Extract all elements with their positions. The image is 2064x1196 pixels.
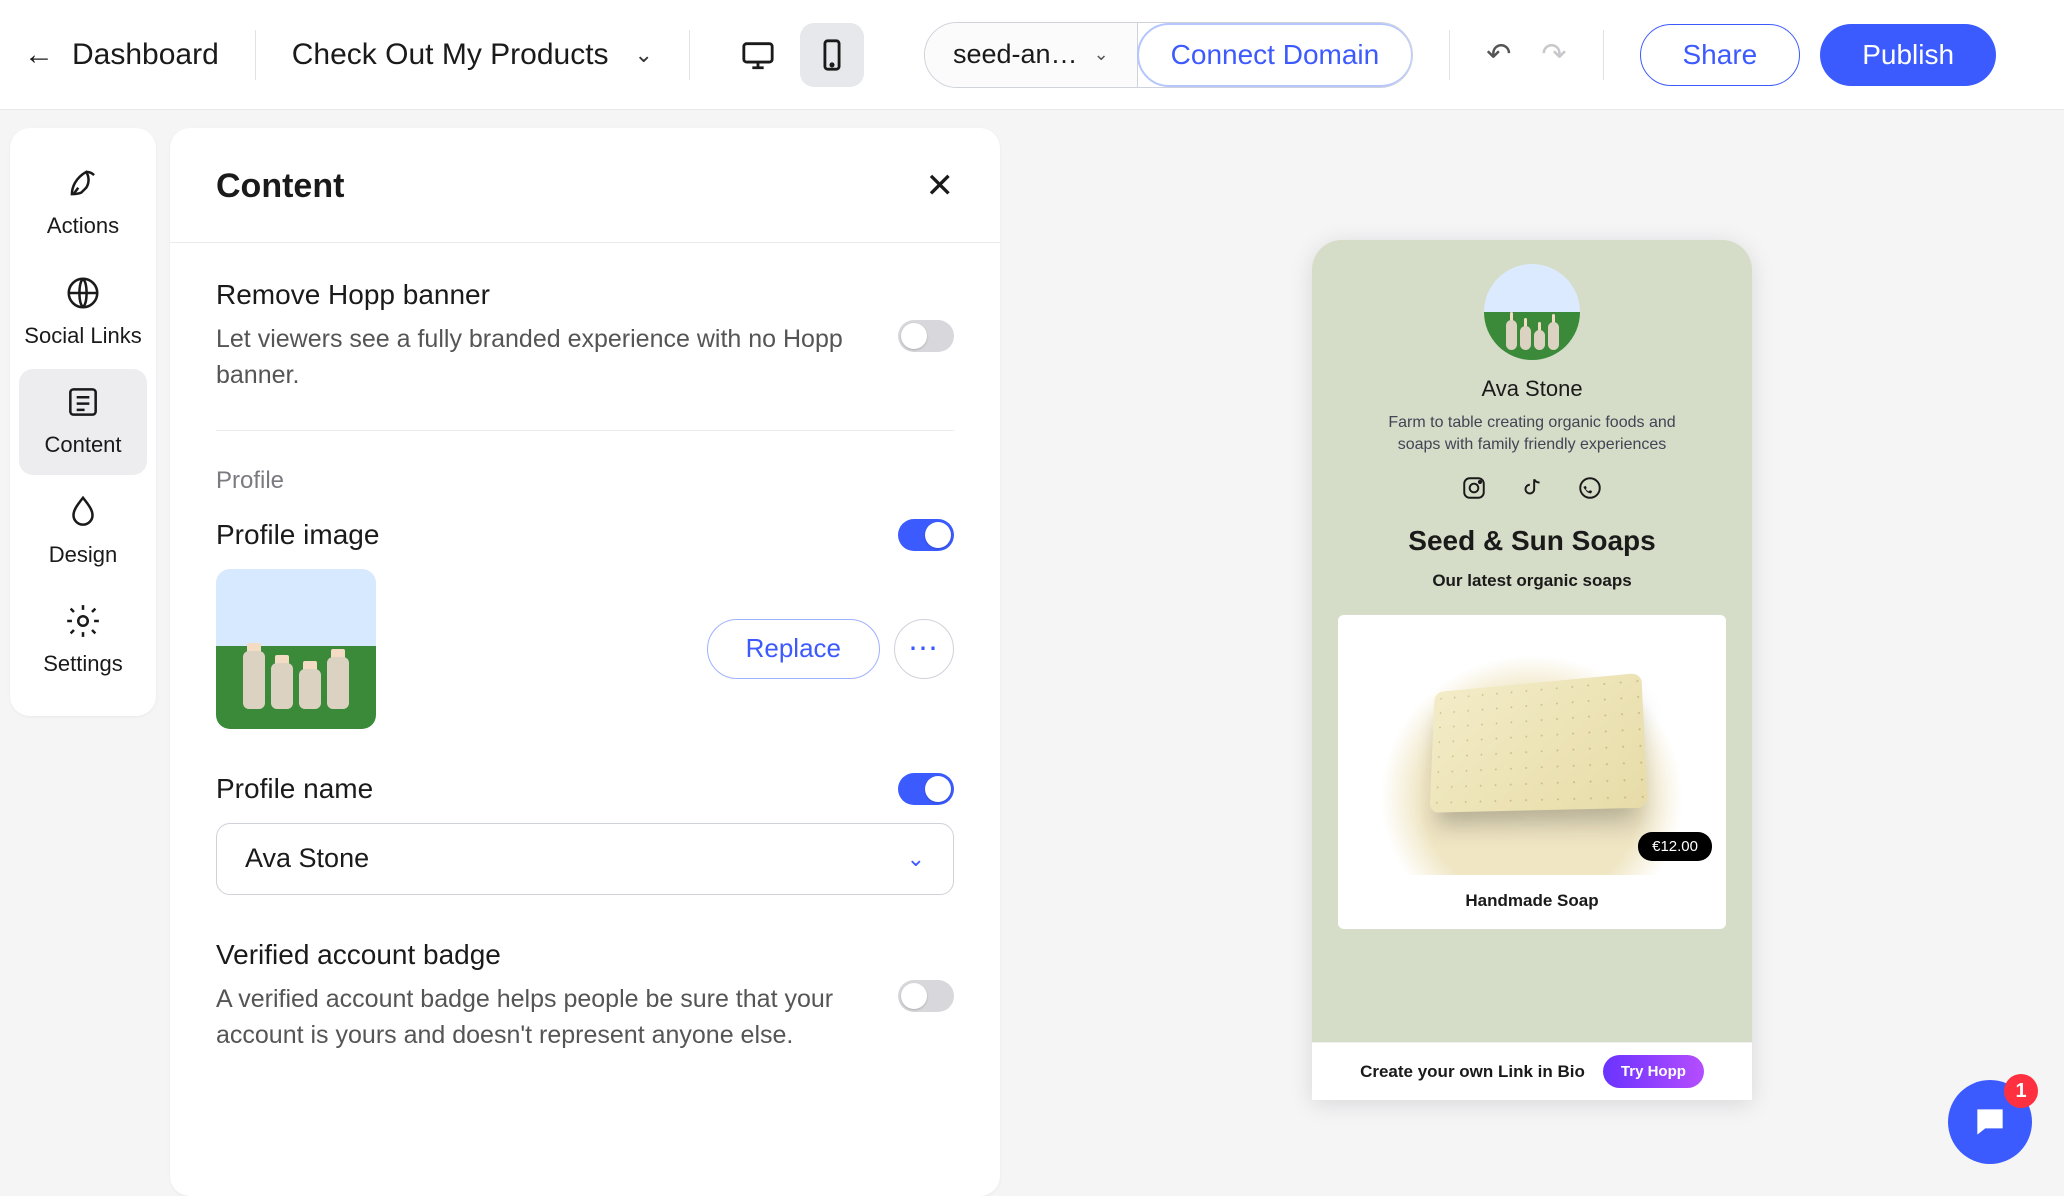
preview-area: Ava Stone Farm to table creating organic… [1000,110,2064,1196]
verified-title: Verified account badge [216,939,872,971]
rail-label: Content [44,431,121,459]
replace-image-button[interactable]: Replace [707,619,880,679]
hopp-text: Create your own Link in Bio [1360,1062,1585,1082]
try-hopp-button[interactable]: Try Hopp [1603,1055,1704,1088]
profile-name-title: Profile name [216,773,373,805]
profile-section-label: Profile [216,467,954,495]
profile-name-value: Ava Stone [245,843,369,874]
remove-banner-toggle[interactable] [898,320,954,352]
main: Actions Social Links Content Design Sett… [0,110,2064,1196]
profile-image-thumbnail[interactable] [216,569,376,729]
intercom-launcher[interactable]: 1 [1948,1080,2032,1164]
domain-text: seed-an… [953,39,1078,70]
site-name: Check Out My Products [292,38,609,72]
verified-toggle[interactable] [898,980,954,1012]
chat-icon [1971,1103,2009,1141]
rail-item-content[interactable]: Content [19,369,147,475]
publish-button[interactable]: Publish [1820,24,1996,86]
section-profile: Profile Profile image Replace ⋯ [216,431,954,1090]
soap-illustration [1430,673,1648,813]
rail-label: Settings [43,650,123,678]
profile-name-toggle[interactable] [898,773,954,805]
droplet-icon [64,493,102,531]
close-panel-button[interactable]: ✕ [926,166,955,206]
preview-subheading: Our latest organic soaps [1432,571,1631,591]
mobile-icon [815,38,849,72]
panel-title: Content [216,167,344,206]
rail-item-social-links[interactable]: Social Links [19,260,147,366]
preview-price-badge: €12.00 [1638,832,1712,861]
hopp-banner: Create your own Link in Bio Try Hopp [1312,1042,1752,1100]
tiktok-icon [1519,475,1545,501]
rocket-icon [64,164,102,202]
intercom-badge: 1 [2004,1074,2038,1108]
preview-tagline: Farm to table creating organic foods and… [1372,412,1692,455]
divider [1603,30,1604,80]
gear-icon [64,602,102,640]
instagram-icon [1461,475,1487,501]
back-to-dashboard[interactable]: ← Dashboard [24,38,219,72]
connect-domain-button[interactable]: Connect Domain [1137,23,1414,87]
remove-banner-title: Remove Hopp banner [216,279,872,311]
history-controls: ↶ ↷ [1486,37,1566,72]
preview-product-caption: Handmade Soap [1465,875,1598,929]
mobile-device-button[interactable] [800,23,864,87]
verified-desc: A verified account badge helps people be… [216,981,872,1054]
site-selector[interactable]: Check Out My Products ⌄ [292,38,653,72]
preview-profile-name: Ava Stone [1481,376,1582,402]
mobile-preview: Ava Stone Farm to table creating organic… [1312,240,1752,1100]
profile-image-row: Replace ⋯ [216,569,954,729]
desktop-icon [741,38,775,72]
panel-body[interactable]: Remove Hopp banner Let viewers see a ful… [170,243,1000,1196]
undo-button[interactable]: ↶ [1486,37,1511,72]
rail-label: Design [49,541,117,569]
rail-label: Actions [47,212,119,240]
chevron-down-icon: ⌄ [907,846,925,872]
rail-label: Social Links [24,322,141,350]
domain-dropdown[interactable]: seed-an… ⌄ [925,23,1138,87]
redo-button: ↷ [1541,37,1566,72]
chevron-down-icon: ⌄ [635,42,653,68]
profile-image-title: Profile image [216,519,379,551]
divider [255,30,256,80]
rail-item-actions[interactable]: Actions [19,150,147,256]
content-icon [64,383,102,421]
panel-header: Content ✕ [170,128,1000,243]
arrow-left-icon: ← [24,38,54,72]
chevron-down-icon: ⌄ [1094,44,1109,65]
content-panel: Content ✕ Remove Hopp banner Let viewers… [170,128,1000,1196]
divider [1449,30,1450,80]
preview-avatar [1484,264,1580,360]
section-remove-banner: Remove Hopp banner Let viewers see a ful… [216,243,954,431]
share-button[interactable]: Share [1640,24,1801,86]
topbar: ← Dashboard Check Out My Products ⌄ seed… [0,0,2064,110]
rail-item-settings[interactable]: Settings [19,588,147,694]
profile-name-select[interactable]: Ava Stone ⌄ [216,823,954,895]
preview-heading: Seed & Sun Soaps [1408,525,1655,557]
domain-group: seed-an… ⌄ Connect Domain [924,22,1413,88]
back-label: Dashboard [72,38,219,72]
globe-icon [64,274,102,312]
preview-socials [1461,475,1603,501]
divider [689,30,690,80]
remove-banner-desc: Let viewers see a fully branded experien… [216,321,872,394]
profile-image-toggle[interactable] [898,519,954,551]
desktop-device-button[interactable] [726,23,790,87]
left-rail: Actions Social Links Content Design Sett… [10,128,156,716]
device-toggle [726,23,864,87]
image-more-button[interactable]: ⋯ [894,619,954,679]
whatsapp-icon [1577,475,1603,501]
preview-product-image: €12.00 [1338,615,1726,875]
rail-item-design[interactable]: Design [19,479,147,585]
preview-product-card: €12.00 Handmade Soap [1338,615,1726,929]
